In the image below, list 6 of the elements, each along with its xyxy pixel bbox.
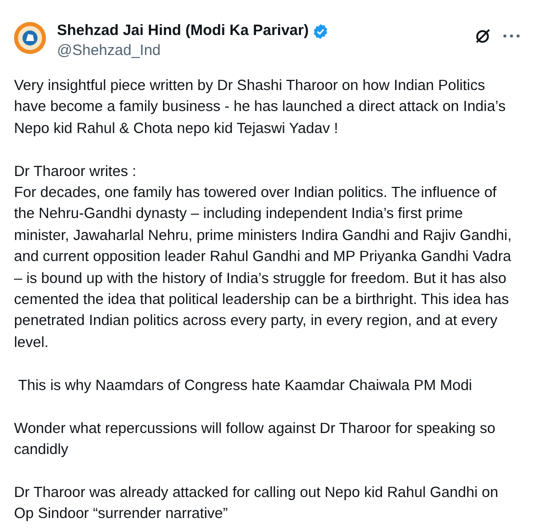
author-handle[interactable]: @Shehzad_Ind <box>57 41 474 61</box>
tweet-text: Very insightful piece written by Dr Shashi Tharoor on how Indian Politics have become a family business - he has launched a direct attack on India’s Nepo kid Rahul & Chota nepo kid Tejaswi Yadav ! Dr Tharoor writes : For decades, one family has towered over Indian politics. The influence of the Nehru-Gandhi dynasty – including independent India’s first prime minister, Jawaharlal Nehru, prime ministers Indira Gandhi and Rajiv Gandhi, and current opposition leader Rahul Gandhi and MP Priyanka Gandhi Vadra – is bound up with the history of India’s struggle for freedom. But it has also cemented the idea that political leadership can be a birthright. This idea has penetrated Indian politics across every party, in every region, and at every level. This is why Naamdars of Congress hate Kaamdar Chaiwala PM Modi Wonder what repercussions will follow against Dr Tharoor for speaking so candidly Dr Tharoor was already attacked for calling out Nepo kid Rahul Gandhi on Op Sindoor “surrender narrative” <box>14 77 513 524</box>
slashed-circle-icon[interactable] <box>474 27 492 45</box>
more-icon[interactable] <box>503 34 520 38</box>
author-name[interactable]: Shehzad Jai Hind (Modi Ka Parivar) <box>57 21 309 41</box>
avatar-icon[interactable] <box>14 22 46 54</box>
